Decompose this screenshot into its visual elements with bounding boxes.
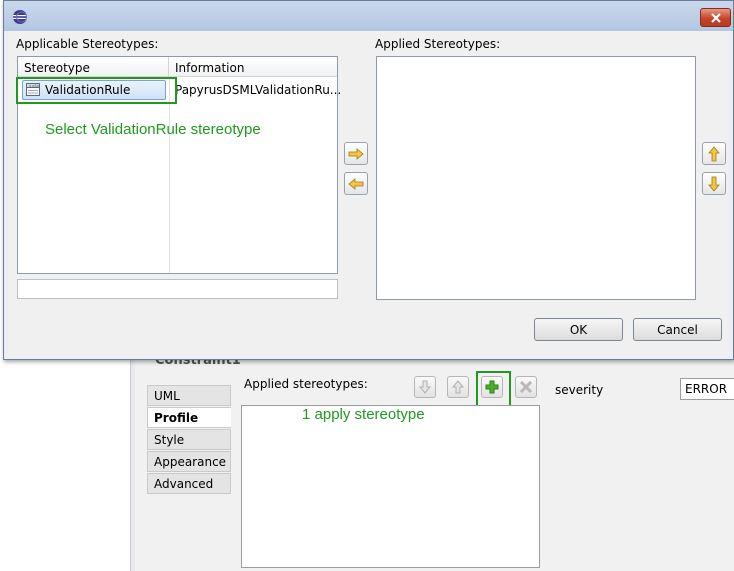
close-icon bbox=[710, 12, 721, 23]
dialog-titlebar[interactable] bbox=[4, 1, 733, 31]
add-button-highlight bbox=[476, 371, 511, 407]
severity-field[interactable]: ERROR bbox=[680, 378, 734, 400]
cancel-button[interactable]: Cancel bbox=[633, 318, 722, 341]
apply-stereotype-dialog: Applicable Stereotypes: Applied Stereoty… bbox=[3, 0, 734, 360]
cancel-label: Cancel bbox=[657, 322, 698, 337]
background-editor-area bbox=[0, 360, 130, 571]
column-header-label: Information bbox=[175, 61, 245, 75]
tab-label: UML bbox=[154, 389, 180, 403]
apply-stereotype-annotation: 1 apply stereotype bbox=[302, 406, 425, 423]
ok-label: OK bbox=[569, 322, 588, 337]
tab-label: Advanced bbox=[154, 477, 214, 491]
add-to-applied-button[interactable] bbox=[344, 142, 368, 165]
arrow-right-icon bbox=[348, 147, 364, 160]
stereotype-information: PapyrusDSMLValidationRu... bbox=[175, 83, 342, 97]
column-header-information[interactable]: Information bbox=[169, 57, 337, 77]
severity-value: ERROR bbox=[685, 382, 728, 396]
tab-label: Profile bbox=[154, 411, 199, 425]
arrow-up-icon bbox=[708, 145, 720, 161]
filter-input[interactable] bbox=[17, 279, 338, 299]
remove-from-applied-button[interactable] bbox=[344, 172, 368, 195]
validationrule-highlight bbox=[16, 77, 177, 104]
column-header-label: Stereotype bbox=[24, 61, 90, 75]
tab-advanced[interactable]: Advanced bbox=[147, 473, 231, 494]
applied-stereotypes-box[interactable] bbox=[376, 56, 696, 300]
tab-label: Appearance bbox=[154, 455, 227, 469]
close-button[interactable] bbox=[700, 8, 731, 27]
tab-profile[interactable]: Profile bbox=[147, 407, 231, 428]
column-divider bbox=[169, 77, 170, 273]
move-down-button[interactable] bbox=[414, 376, 436, 398]
severity-label: severity bbox=[555, 383, 604, 397]
move-down-icon bbox=[418, 380, 432, 394]
remove-stereotype-button[interactable] bbox=[515, 376, 537, 398]
applied-stereotypes-label: Applied stereotypes: bbox=[244, 377, 368, 391]
select-stereotype-annotation: Select ValidationRule stereotype bbox=[45, 121, 261, 138]
applied-stereotypes-list[interactable] bbox=[241, 405, 540, 568]
applied-stereotypes-dialog-label: Applied Stereotypes: bbox=[375, 37, 501, 51]
applicable-stereotypes-label: Applicable Stereotypes: bbox=[16, 37, 159, 51]
eclipse-icon bbox=[13, 10, 27, 24]
column-header-stereotype[interactable]: Stereotype bbox=[18, 57, 169, 77]
tab-uml[interactable]: UML bbox=[147, 385, 231, 406]
move-up-button[interactable] bbox=[447, 376, 469, 398]
move-applied-up-button[interactable] bbox=[702, 142, 726, 165]
remove-icon bbox=[519, 380, 533, 394]
ok-button[interactable]: OK bbox=[534, 318, 623, 341]
tab-appearance[interactable]: Appearance bbox=[147, 451, 231, 472]
move-applied-down-button[interactable] bbox=[702, 172, 726, 195]
move-up-icon bbox=[451, 380, 465, 394]
tab-style[interactable]: Style bbox=[147, 429, 231, 450]
arrow-left-icon bbox=[348, 177, 364, 190]
tab-label: Style bbox=[154, 433, 185, 447]
arrow-down-icon bbox=[708, 176, 720, 192]
